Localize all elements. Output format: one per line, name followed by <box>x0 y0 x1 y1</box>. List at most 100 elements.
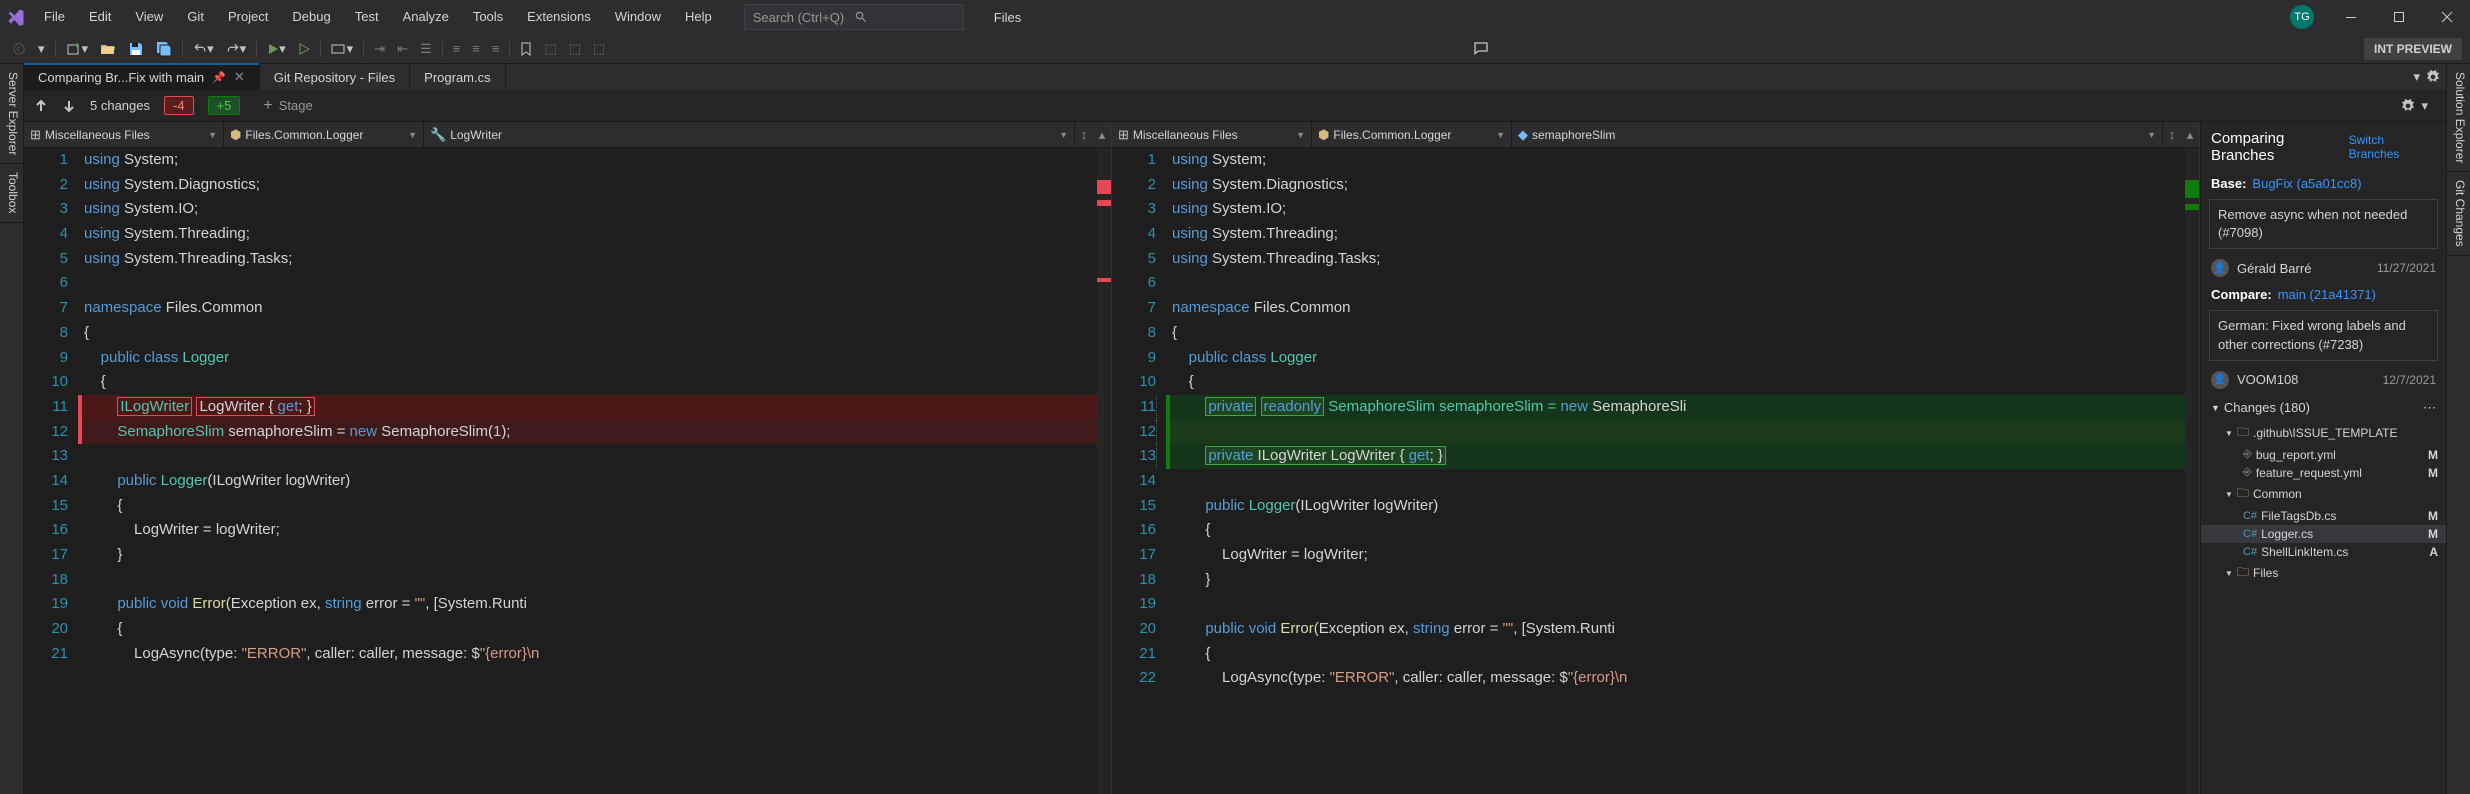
stage-button[interactable]: +Stage <box>254 92 321 120</box>
tree-file[interactable]: C#ShellLinkItem.csA <box>2201 543 2446 561</box>
tab-program-cs[interactable]: Program.cs <box>410 64 505 90</box>
class-dropdown[interactable]: ⬢ Files.Common.Logger ▼ <box>1312 122 1512 147</box>
redo-button[interactable]: ▾ <box>222 38 251 60</box>
project-dropdown[interactable]: ⊞ Miscellaneous Files ▼ <box>1112 122 1312 147</box>
maximize-button[interactable] <box>2376 0 2422 34</box>
compare-branch-link[interactable]: main (21a41371) <box>2278 287 2376 302</box>
compare-label: Compare: <box>2211 287 2272 302</box>
status-modified: M <box>2428 448 2438 462</box>
forward-button[interactable]: ▾ <box>34 38 49 60</box>
changed-files-tree: ▼🗀.github\ISSUE_TEMPLATE ⎆bug_report.yml… <box>2201 421 2446 794</box>
added-line: private readonly SemaphoreSlim semaphore… <box>1170 395 2185 420</box>
feedback-icon[interactable] <box>1473 41 1489 57</box>
dropdown-label: Miscellaneous Files <box>45 128 150 142</box>
step-button[interactable]: ≡ <box>468 38 484 59</box>
member-dropdown[interactable]: 🔧 LogWriter ▼ <box>424 122 1075 147</box>
project-dropdown[interactable]: ⊞ Miscellaneous Files ▼ <box>24 122 224 147</box>
class-icon: ⬢ <box>230 127 241 143</box>
member-dropdown[interactable]: ◆ semaphoreSlim ▼ <box>1512 122 2163 147</box>
changes-count: 5 changes <box>90 98 150 113</box>
close-icon[interactable]: ✕ <box>234 69 245 85</box>
diff-settings-button[interactable]: ▾ <box>2401 98 2428 114</box>
tree-file[interactable]: ⎆feature_request.ymlM <box>2201 464 2446 482</box>
menu-git[interactable]: Git <box>175 0 216 34</box>
save-all-button[interactable] <box>152 38 176 60</box>
cs-file-icon: C# <box>2243 510 2257 522</box>
tree-file-selected[interactable]: C#Logger.csM <box>2201 525 2446 543</box>
changes-count-label: Changes (180) <box>2224 400 2310 415</box>
solution-explorer-tab[interactable]: Solution Explorer <box>2447 64 2470 172</box>
menu-window[interactable]: Window <box>603 0 673 34</box>
step-button[interactable]: ⇤ <box>393 38 412 60</box>
toolbar-separator <box>363 41 364 57</box>
base-branch-link[interactable]: BugFix (a5a01cc8) <box>2252 176 2361 191</box>
nav-bar-left: ⊞ Miscellaneous Files ▼ ⬢ Files.Common.L… <box>24 122 1111 148</box>
split-toggle[interactable]: ↕ <box>1075 122 1093 147</box>
menu-view[interactable]: View <box>123 0 175 34</box>
menu-tools[interactable]: Tools <box>461 0 515 34</box>
search-input[interactable]: Search (Ctrl+Q) <box>744 4 964 30</box>
close-button[interactable] <box>2424 0 2470 34</box>
menu-help[interactable]: Help <box>673 0 724 34</box>
user-avatar[interactable]: TG <box>2290 5 2314 29</box>
open-button[interactable] <box>96 38 120 60</box>
more-options-button[interactable]: ⋯ <box>2423 400 2436 416</box>
step-button[interactable]: ☰ <box>416 38 436 60</box>
bookmark-next-button[interactable]: ⬚ <box>565 38 585 60</box>
tab-label: Program.cs <box>424 70 490 85</box>
tab-git-repository[interactable]: Git Repository - Files <box>260 64 410 90</box>
save-button[interactable] <box>124 38 148 60</box>
switch-branches-link[interactable]: Switch Branches <box>2349 133 2436 161</box>
content-area: Server Explorer Toolbox Comparing Br...F… <box>0 64 2470 794</box>
diff-left-panel: ⊞ Miscellaneous Files ▼ ⬢ Files.Common.L… <box>24 122 1112 794</box>
diff-minimap-right[interactable] <box>2185 148 2199 794</box>
minimize-button[interactable] <box>2328 0 2374 34</box>
yml-file-icon: ⎆ <box>2243 466 2252 479</box>
menu-analyze[interactable]: Analyze <box>391 0 461 34</box>
step-button[interactable]: ⇥ <box>370 38 389 60</box>
commit-date: 11/27/2021 <box>2377 261 2436 275</box>
code-area-right[interactable]: 12345 678910 1112131415 1617181920 2122 … <box>1112 148 2199 794</box>
tree-file[interactable]: C#FileTagsDb.csM <box>2201 507 2446 525</box>
scroll-up-button[interactable]: ▴ <box>1093 122 1111 147</box>
diff-minimap-left[interactable] <box>1097 148 1111 794</box>
undo-button[interactable]: ▾ <box>189 38 218 60</box>
menu-project[interactable]: Project <box>216 0 280 34</box>
tab-options[interactable]: ▾ <box>2407 64 2446 90</box>
back-button[interactable] <box>8 39 30 59</box>
line-gutter: 12345 678910 1112131415 1617181920 21 <box>24 148 82 794</box>
scroll-up-button[interactable]: ▴ <box>2181 122 2199 147</box>
pin-icon[interactable]: 📌 <box>212 71 226 84</box>
step-button[interactable]: ≡ <box>488 38 504 59</box>
prev-change-button[interactable] <box>34 99 48 113</box>
tree-folder[interactable]: ▼🗀Files <box>2201 561 2446 586</box>
tree-folder[interactable]: ▼🗀.github\ISSUE_TEMPLATE <box>2201 421 2446 446</box>
next-change-button[interactable] <box>62 99 76 113</box>
changes-section-header[interactable]: ▼ Changes (180) ⋯ <box>2201 395 2446 421</box>
menu-debug[interactable]: Debug <box>280 0 342 34</box>
menu-extensions[interactable]: Extensions <box>515 0 603 34</box>
bookmark-button[interactable] <box>516 39 536 59</box>
menu-edit[interactable]: Edit <box>77 0 123 34</box>
new-project-button[interactable]: ▾ <box>62 38 93 60</box>
changes-toolbar: 5 changes -4 +5 +Stage ▾ <box>24 90 2446 122</box>
code-area-left[interactable]: 12345 678910 1112131415 1617181920 21 us… <box>24 148 1111 794</box>
start-button[interactable]: ▾ <box>263 38 290 60</box>
tab-comparing-branches[interactable]: Comparing Br...Fix with main 📌 ✕ <box>24 64 260 90</box>
chevron-down-icon: ▼ <box>208 130 217 140</box>
step-button[interactable]: ≡ <box>449 38 465 59</box>
split-toggle[interactable]: ↕ <box>2163 122 2181 147</box>
tree-folder[interactable]: ▼🗀Common <box>2201 482 2446 507</box>
class-dropdown[interactable]: ⬢ Files.Common.Logger ▼ <box>224 122 424 147</box>
server-explorer-tab[interactable]: Server Explorer <box>0 64 23 164</box>
tree-file[interactable]: ⎆bug_report.ymlM <box>2201 446 2446 464</box>
yml-file-icon: ⎆ <box>2243 448 2252 461</box>
start-without-debug-button[interactable] <box>294 40 314 58</box>
bookmark-prev-button[interactable]: ⬚ <box>540 38 560 60</box>
config-button[interactable]: ▾ <box>327 38 358 60</box>
git-changes-tab[interactable]: Git Changes <box>2447 172 2470 256</box>
menu-test[interactable]: Test <box>343 0 391 34</box>
toolbox-tab[interactable]: Toolbox <box>0 164 23 222</box>
bookmark-clear-button[interactable]: ⬚ <box>589 38 609 60</box>
menu-file[interactable]: File <box>32 0 77 34</box>
